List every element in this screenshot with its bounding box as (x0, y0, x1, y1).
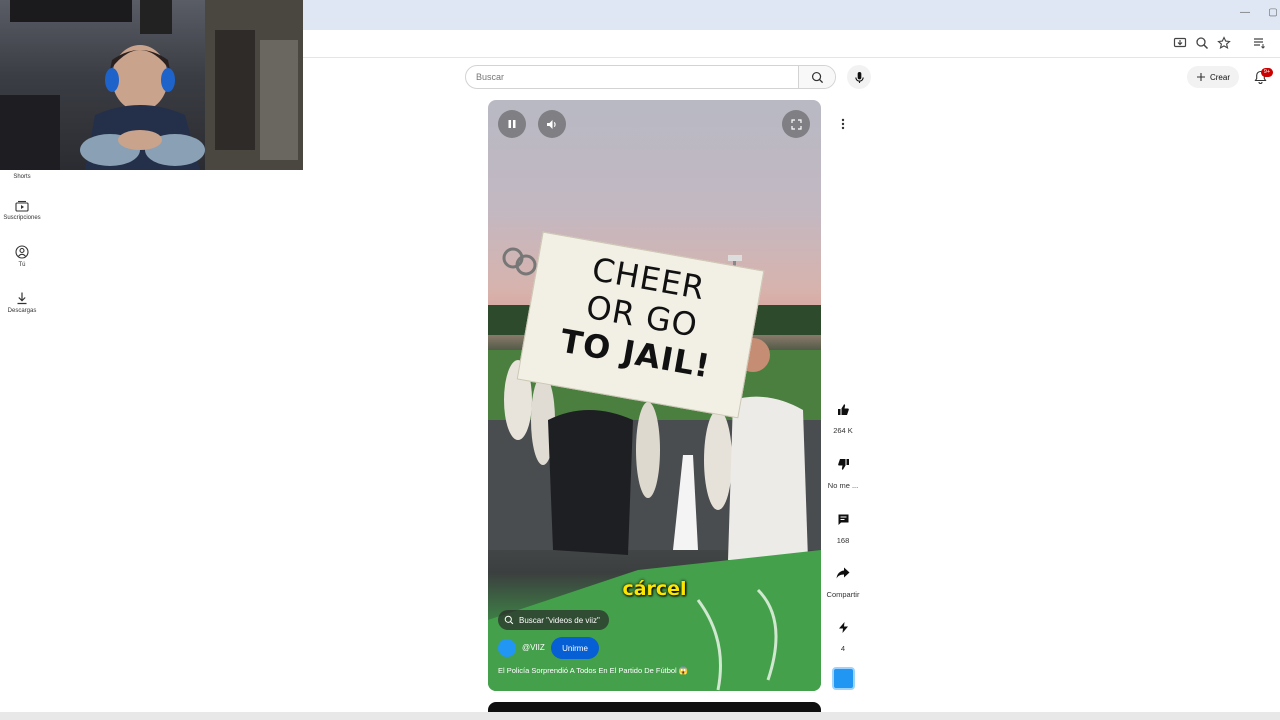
dislike-label: No me ... (827, 481, 859, 490)
pause-button[interactable] (498, 110, 526, 138)
share-button[interactable] (828, 558, 858, 588)
share-label: Compartir (826, 590, 860, 599)
sidebar-item-you[interactable]: Tú (0, 245, 44, 268)
like-button[interactable] (828, 394, 858, 424)
search-icon (811, 71, 823, 83)
webcam-overlay (0, 0, 303, 170)
fullscreen-icon (790, 118, 802, 130)
channel-name[interactable]: @VIIZ (522, 643, 545, 652)
sidebar-item-label: Descargas (7, 308, 37, 314)
plus-icon (1196, 73, 1205, 81)
account-icon (15, 245, 29, 259)
voice-search-button[interactable] (847, 65, 871, 89)
sidebar-item-label: Shorts (13, 174, 31, 180)
install-icon[interactable] (1173, 36, 1189, 52)
minimize-icon[interactable]: — (1238, 6, 1252, 20)
sidebar-item-downloads[interactable]: Descargas (0, 291, 44, 314)
download-icon (17, 292, 27, 305)
share-icon (836, 567, 850, 579)
taskbar-edge (0, 712, 1280, 720)
microphone-icon (854, 71, 864, 83)
more-options-button[interactable] (831, 112, 855, 136)
comments-button[interactable] (828, 504, 858, 534)
webcam-person-image (0, 0, 303, 170)
sidebar-item-shorts[interactable]: Shorts (0, 171, 44, 180)
remix-count: 4 (840, 644, 846, 653)
related-search-chip[interactable]: Buscar "videos de viiz" (498, 610, 609, 630)
search-box (465, 65, 836, 89)
bookmark-star-icon[interactable] (1217, 36, 1233, 52)
remix-button[interactable] (828, 612, 858, 642)
dislike-button[interactable] (828, 449, 858, 479)
subscriptions-icon (15, 200, 29, 212)
remix-icon (838, 621, 848, 633)
audio-source-thumbnail[interactable] (832, 667, 855, 690)
video-title[interactable]: El Policía Sorprendió A Todos En El Part… (498, 666, 688, 675)
caption-text: cárcel (622, 578, 687, 600)
notification-badge: 9+ (1261, 68, 1273, 77)
join-button[interactable]: Unirme (551, 637, 599, 659)
like-action: 264 K (823, 394, 863, 435)
comments-action: 168 (823, 504, 863, 545)
vertical-dots-icon (841, 118, 845, 130)
search-button[interactable] (798, 66, 835, 88)
shorts-video-player[interactable]: CHEER OR GO TO JAIL! cárcel Buscar "vide… (488, 100, 821, 691)
create-label: Crear (1209, 72, 1230, 82)
restore-icon[interactable]: ▢ (1266, 6, 1280, 20)
channel-avatar[interactable] (498, 639, 516, 657)
thumbs-down-icon (837, 458, 849, 470)
sidebar-item-label: Tú (18, 262, 26, 268)
thumbs-up-icon (837, 403, 849, 415)
pause-icon (508, 120, 516, 128)
comment-count: 168 (836, 536, 850, 545)
like-count: 264 K (833, 426, 853, 435)
dislike-action: No me ... (823, 449, 863, 490)
volume-icon (547, 119, 556, 129)
create-button[interactable]: Crear (1187, 66, 1239, 88)
search-icon (504, 615, 514, 625)
volume-button[interactable] (538, 110, 566, 138)
share-action: Compartir (823, 558, 863, 599)
zoom-icon[interactable] (1195, 36, 1211, 52)
related-search-label: Buscar "videos de viiz" (519, 615, 600, 625)
remix-action: 4 (823, 612, 863, 653)
sidebar-item-subscriptions[interactable]: Suscripciones (0, 200, 44, 221)
reading-list-icon[interactable] (1252, 36, 1268, 52)
fullscreen-button[interactable] (782, 110, 810, 138)
search-input[interactable] (466, 66, 798, 88)
comment-icon (838, 514, 848, 525)
sidebar-item-label: Suscripciones (3, 215, 41, 221)
